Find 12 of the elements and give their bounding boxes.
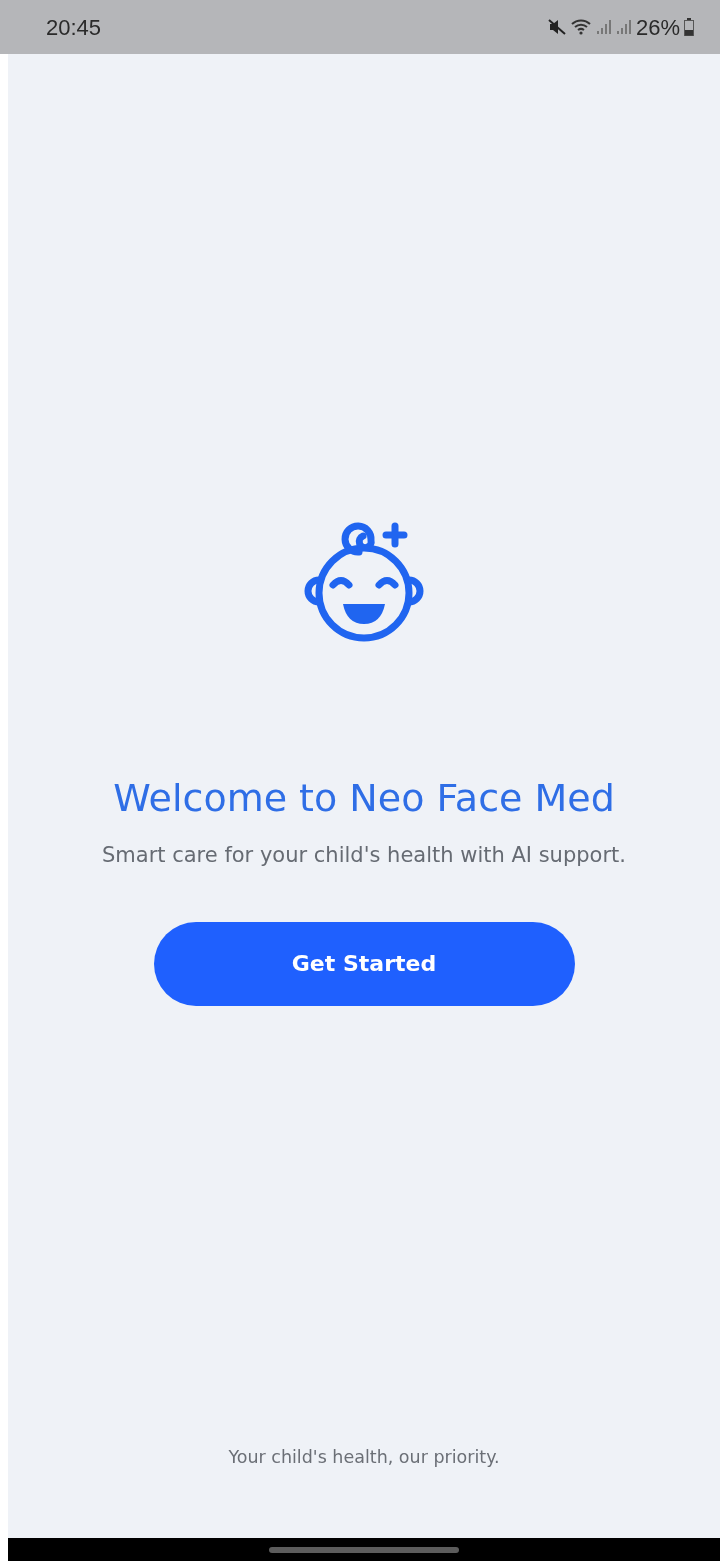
- home-handle[interactable]: [269, 1546, 459, 1553]
- footer-text: Your child's health, our priority.: [228, 1445, 500, 1469]
- battery-level: 26%: [635, 13, 680, 42]
- status-time: 20:45: [46, 13, 102, 42]
- mute-icon: [547, 18, 566, 36]
- wifi-icon: [569, 18, 592, 36]
- battery-icon: [684, 18, 694, 36]
- signal-icon: [615, 19, 632, 35]
- signal-icon: [595, 19, 612, 35]
- welcome-title: Welcome to Neo Face Med: [113, 776, 615, 822]
- tagline-text: Smart care for your child's health with AI support.: [102, 841, 626, 869]
- get-started-button[interactable]: Get Started: [153, 921, 575, 1006]
